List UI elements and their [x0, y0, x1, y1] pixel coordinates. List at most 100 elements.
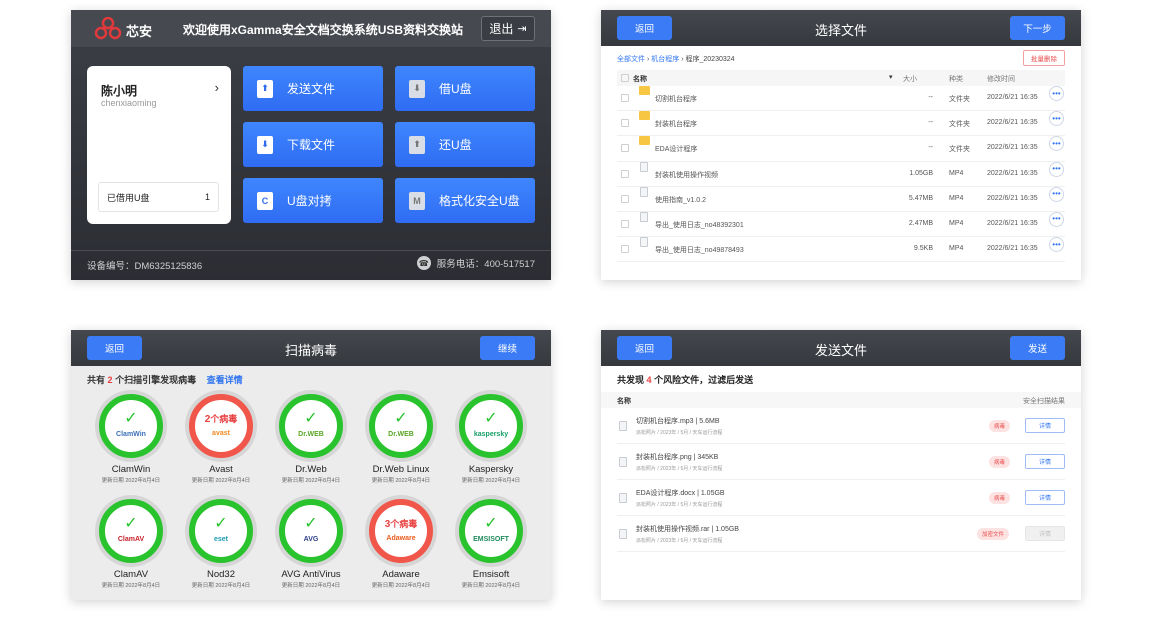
sort-down-icon[interactable]: ▾: [889, 73, 893, 81]
table-row[interactable]: 封装机使用操作视频 1.05GB MP4 2022/6/21 16:35 •••: [617, 161, 1065, 187]
download-icon: ⬇: [257, 135, 273, 154]
engine-update-date: 更新日期 2022年8月4日: [461, 583, 521, 589]
return-usb-button[interactable]: ⬆ 还U盘: [395, 122, 535, 167]
column-modified[interactable]: 修改时间: [987, 74, 1015, 84]
send-button[interactable]: 发送: [1010, 336, 1065, 360]
breadcrumb-separator: ›: [681, 56, 684, 63]
column-name[interactable]: 名称: [633, 74, 647, 84]
scan-result-tag: 病毒: [989, 456, 1011, 468]
folder-icon: [639, 86, 650, 95]
table-row[interactable]: EDA设计程序 -- 文件夹 2022/6/21 16:35 •••: [617, 136, 1065, 162]
folder-icon: [639, 136, 650, 146]
continue-button[interactable]: 继续: [480, 336, 535, 360]
engine-name: Dr.Web Linux: [372, 464, 430, 475]
view-details-link[interactable]: 查看详情: [207, 375, 243, 385]
download-file-button[interactable]: ⬇ 下载文件: [243, 122, 383, 167]
engine-update-date: 更新日期 2022年8月4日: [461, 478, 521, 484]
file-icon: [640, 161, 648, 172]
engine-name: ClamAV: [113, 569, 149, 580]
format-usb-button[interactable]: M 格式化安全U盘: [395, 178, 535, 223]
scan-engine-card: 2个病毒 avast Avast 更新日期 2022年8月4日: [181, 390, 261, 484]
file-type: MP4: [949, 169, 964, 177]
file-table: 名称 ▾ 大小 种类 修改时间 切割机台程序 -- 文件夹 2022/6/21 16:…: [617, 70, 1065, 263]
table-row[interactable]: 封装机台程序 -- 文件夹 2022/6/21 16:35 •••: [617, 111, 1065, 137]
breadcrumb-root[interactable]: 全部文件: [617, 56, 645, 63]
user-card[interactable]: 陈小明 chenxiaoming › 已借用U盘 1: [87, 66, 231, 224]
more-options-icon[interactable]: •••: [1049, 211, 1064, 227]
batch-delete-button[interactable]: 批量删除: [1023, 50, 1065, 66]
more-options-icon[interactable]: •••: [1049, 237, 1064, 253]
detail-button[interactable]: 详情: [1025, 418, 1065, 433]
more-options-icon[interactable]: •••: [1049, 186, 1064, 202]
engine-status-inner: ✓ EMSISOFT: [459, 499, 523, 563]
file-icon: [619, 493, 627, 503]
borrow-usb-button[interactable]: ⬇ 借U盘: [395, 66, 535, 111]
row-checkbox[interactable]: [621, 169, 629, 178]
row-checkbox[interactable]: [621, 219, 629, 228]
logout-button[interactable]: 退出 ⇥: [481, 16, 535, 41]
file-name[interactable]: 切割机台程序: [655, 94, 697, 104]
select-file-screen: 返回 选择文件 下一步 全部文件 › 机台程序 › 程序_20230324 批量…: [601, 10, 1081, 280]
table-row[interactable]: 导出_使用日志_no49878493 9.5KB MP4 2022/6/21 16:3…: [617, 237, 1065, 263]
upload-icon: ⬆: [257, 79, 273, 98]
service-phone-text: 服务电话：400-517517: [436, 259, 535, 270]
usb-icon: ⬇: [409, 79, 425, 98]
column-size[interactable]: 大小: [903, 74, 917, 84]
file-name[interactable]: 使用指南_v1.0.2: [655, 195, 706, 205]
file-name[interactable]: 封装机台程序: [655, 119, 697, 129]
detail-button[interactable]: 详情: [1025, 526, 1065, 541]
breadcrumb-folder[interactable]: 机台程序: [651, 56, 679, 63]
send-file-button[interactable]: ⬆ 发送文件: [243, 66, 383, 111]
virus-engine-count: 2: [107, 375, 113, 385]
table-row[interactable]: 导出_使用日志_no48392301 2.47MB MP4 2022/6/21 16:…: [617, 211, 1065, 238]
next-button[interactable]: 下一步: [1010, 16, 1065, 40]
engine-status-inner: ✓ Dr.WEB: [279, 394, 343, 458]
file-name[interactable]: 封装机使用操作视频: [655, 170, 718, 180]
engine-update-date: 更新日期 2022年8月4日: [101, 583, 161, 589]
file-icon: [619, 529, 627, 539]
file-name[interactable]: EDA设计程序: [655, 144, 697, 154]
file-path: 派松照片 / 2023年 / 5月 / 天车运行流程: [636, 466, 723, 472]
file-name[interactable]: 导出_使用日志_no49878493: [655, 245, 744, 255]
file-size: 5.47MB: [908, 194, 933, 202]
more-options-icon[interactable]: •••: [1049, 111, 1064, 127]
file-type: MP4: [949, 194, 964, 202]
file-name[interactable]: 导出_使用日志_no48392301: [655, 220, 744, 230]
usb-copy-button[interactable]: C U盘对拷: [243, 178, 383, 223]
table-row[interactable]: 使用指南_v1.0.2 5.47MB MP4 2022/6/21 16:35 •••: [617, 186, 1065, 212]
file-modified: 2022/6/21 16:35: [987, 119, 1038, 127]
check-icon: ✓: [394, 410, 408, 427]
scan-engine-card: ✓ Dr.WEB Dr.Web 更新日期 2022年8月4日: [271, 390, 351, 484]
detail-button[interactable]: 详情: [1025, 490, 1065, 505]
select-all-checkbox[interactable]: [621, 74, 629, 82]
send-summary: 共发现 4 个风险文件，过滤后发送: [617, 373, 753, 386]
engine-update-date: 更新日期 2022年8月4日: [371, 583, 431, 589]
send-file-screen: 返回 发送文件 发送 共发现 4 个风险文件，过滤后发送 名称 安全扫描结果 切…: [601, 330, 1081, 600]
summary-prefix: 共有: [87, 375, 106, 385]
row-checkbox[interactable]: [621, 194, 629, 203]
more-options-icon[interactable]: •••: [1049, 86, 1064, 101]
column-type[interactable]: 种类: [949, 74, 963, 84]
file-icon: [619, 421, 627, 431]
row-checkbox[interactable]: [621, 94, 629, 102]
row-checkbox[interactable]: [621, 245, 629, 254]
page-title: 扫描病毒: [284, 343, 337, 358]
table-row[interactable]: 切割机台程序 -- 文件夹 2022/6/21 16:35 •••: [617, 86, 1065, 112]
borrowed-usb-label: 已借用U盘: [107, 192, 150, 203]
engine-name: Adaware: [382, 569, 420, 580]
row-checkbox[interactable]: [621, 119, 629, 128]
more-options-icon[interactable]: •••: [1049, 136, 1064, 152]
detail-button[interactable]: 详情: [1025, 454, 1065, 469]
engine-status-ring: ✓ eset: [185, 495, 257, 567]
row-checkbox[interactable]: [621, 144, 629, 153]
select-header: 返回 选择文件 下一步: [601, 10, 1081, 46]
welcome-title: 欢迎使用xGamma安全文档交换系统USB资料交换站: [183, 23, 464, 37]
more-options-icon[interactable]: •••: [1049, 161, 1064, 177]
engine-status-inner: ✓ kaspersky: [459, 394, 523, 458]
borrowed-usb-row[interactable]: 已借用U盘 1: [98, 182, 219, 212]
file-type: 文件夹: [949, 96, 970, 103]
chevron-right-icon[interactable]: ›: [215, 80, 219, 95]
file-path: 派松照片 / 2023年 / 5月 / 天车运行流程: [636, 538, 723, 544]
tile-label: U盘对拷: [287, 194, 332, 208]
engine-name: Avast: [209, 464, 233, 475]
